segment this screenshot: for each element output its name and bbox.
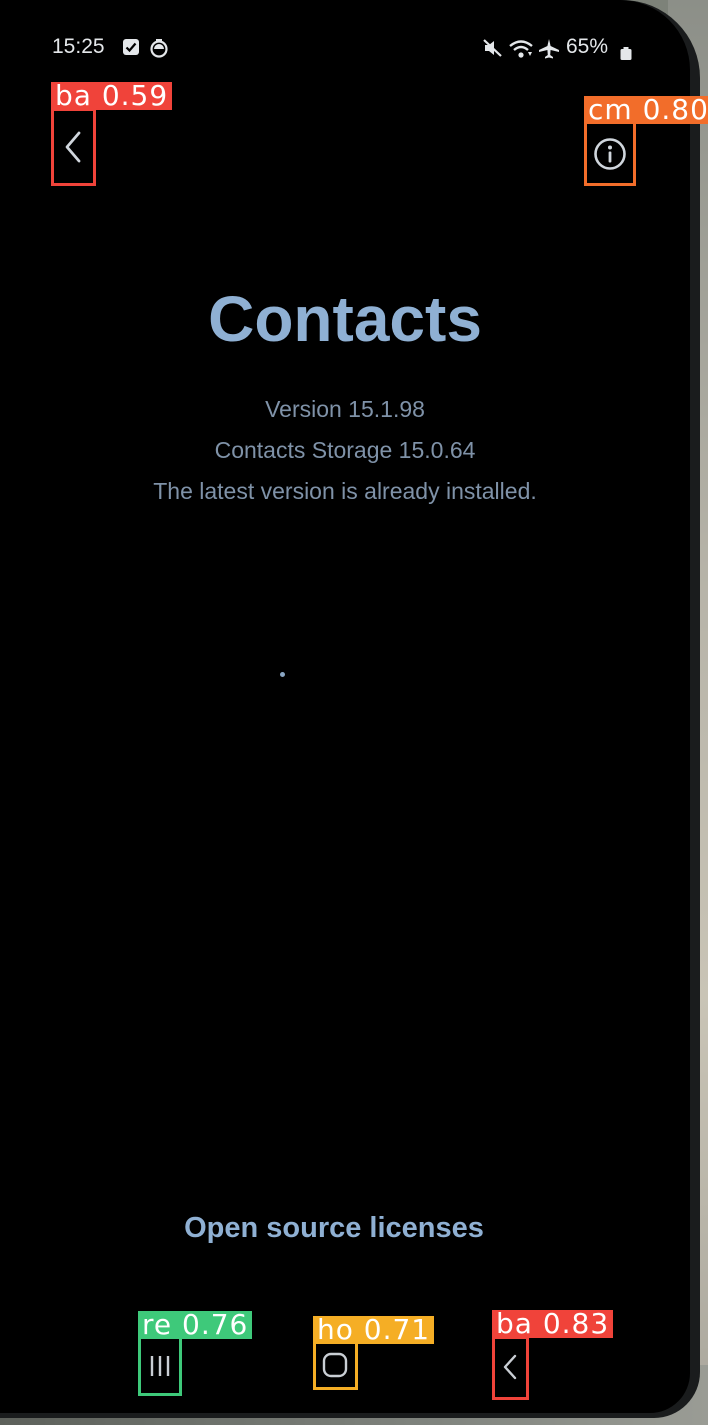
detection-label-recents: re 0.76: [138, 1311, 253, 1339]
detection-box-info: [584, 121, 636, 186]
app-title: Contacts: [208, 283, 482, 355]
detection-box-home: [313, 1341, 358, 1390]
status-bar: 15:25 65%: [0, 32, 690, 66]
mute-icon: [482, 38, 504, 64]
detection-label-nav-back: ba 0.83: [492, 1310, 614, 1338]
open-source-licenses-link[interactable]: Open source licenses: [0, 1212, 668, 1245]
detection-box-back: [51, 108, 96, 186]
checkbox-notification-icon: [122, 38, 140, 62]
storage-version: Contacts Storage 15.0.64: [214, 437, 476, 463]
detection-label-back: ba 0.59: [51, 82, 173, 110]
wifi-icon: [508, 38, 534, 66]
app-version: Version 15.1.98: [265, 396, 425, 422]
status-time: 15:25: [52, 35, 105, 58]
timer-notification-icon: [149, 38, 169, 64]
loading-dot: [280, 672, 285, 677]
airplane-icon: [538, 38, 560, 66]
phone-frame: 15:25 65% Contacts Version 15.1.98 Conta…: [0, 0, 700, 1418]
detection-box-nav-back: [492, 1336, 529, 1400]
phone-screen: 15:25 65% Contacts Version 15.1.98 Conta…: [0, 0, 690, 1413]
update-status: The latest version is already installed.: [153, 478, 537, 504]
battery-icon: [620, 43, 632, 67]
detection-box-recents: [138, 1336, 182, 1396]
battery-percent: 65%: [566, 35, 609, 58]
detection-label-home: ho 0.71: [313, 1316, 435, 1344]
detection-label-info: cm 0.80: [584, 96, 708, 124]
